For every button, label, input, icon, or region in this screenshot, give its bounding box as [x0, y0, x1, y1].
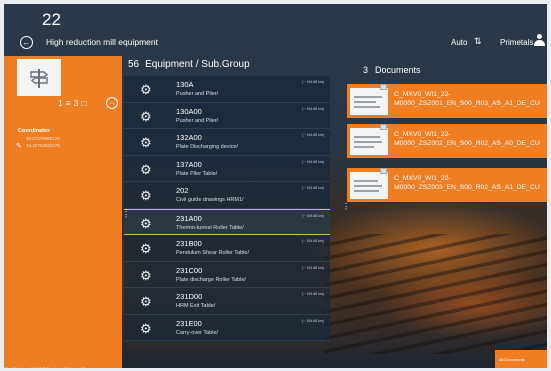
gear-icon: ⚙: [140, 241, 152, 256]
equipment-code: 130A00: [176, 106, 202, 116]
documents-header: 3 Documents: [363, 65, 428, 75]
equipment-row[interactable]: ⚙ 231E00 Carry-over Table/ (~ 194.68 km): [124, 314, 330, 341]
equipment-name: Thermo-tunnel Roller Table/: [176, 224, 244, 231]
document-card[interactable]: C_MXV0_WI1_22-M0000_ZSZ003_EN_S00_R02_AS…: [347, 168, 547, 202]
document-name: C_MXV0_WI1_22-M0000_ZSZ001_EN_S00_R03_AS…: [394, 91, 540, 107]
document-card[interactable]: C_MXV0_WI1_22-M0000_ZSZ002_EN_S00_R02_AS…: [347, 124, 547, 158]
equipment-code: 202: [176, 186, 189, 195]
document-thumbnail: [350, 128, 388, 155]
panel-resize-handle-right[interactable]: ⋮: [342, 202, 350, 211]
app-window: 22 ← High reduction mill equipment Auto …: [4, 4, 547, 368]
document-select-checkbox[interactable]: [380, 168, 387, 174]
document-thumbnail: [350, 88, 388, 115]
list-icon: ≡: [65, 98, 71, 108]
equipment-list: ⚙ 130A Pusher and Piler/ (~ 194.68 km) ⚙…: [124, 76, 330, 368]
panel-resize-handle-left[interactable]: ⋮: [122, 210, 130, 219]
equipment-row[interactable]: ⚙ 130A Pusher and Piler/ (~ 194.68 km): [124, 76, 330, 103]
equipment-header: 56 Equipment / Sub.Group: [128, 59, 256, 70]
status-bar: [Doc] Explorer C-MXV0 Equipm. WI1 / sub …: [4, 366, 85, 371]
equipment-count: 56: [128, 59, 140, 70]
equipment-code: 130A: [176, 80, 194, 89]
back-button[interactable]: ←: [20, 36, 33, 49]
open-location-button[interactable]: →: [106, 97, 118, 109]
gear-icon: ⚙: [140, 320, 152, 336]
equipment-row[interactable]: ⚙ 132A00 Plate Discharging device/ (~ 19…: [124, 129, 330, 156]
gear-icon: ⚙: [140, 215, 152, 231]
equipment-name: Plate Discharging device/: [176, 144, 239, 150]
equipment-name: Pusher and Piler/: [176, 117, 219, 124]
equipment-title: Equipment / Sub.Group: [145, 59, 250, 70]
gear-icon: ⚙: [140, 82, 152, 97]
equipment-name: Pusher and Piler/: [176, 91, 219, 97]
document-count: 3: [73, 98, 79, 108]
equipment-row[interactable]: ⚙ 137A00 Plate Piler Table/ (~ 194.68 km…: [124, 155, 330, 182]
location-panel: 1 ≡ 3 □ → Coordinates ✎ 49.27479666124 1…: [4, 56, 122, 368]
all-documents-button[interactable]: All Documents: [495, 350, 547, 368]
location-thumbnail[interactable]: [17, 59, 61, 96]
equipment-code: 132A00: [176, 133, 202, 142]
equipment-distance: (~ 194.68 km): [302, 80, 324, 84]
document-card[interactable]: C_MXV0_WI1_22-M0000_ZSZ001_EN_S00_R03_AS…: [347, 84, 547, 118]
equipment-distance: (~ 194.68 km): [302, 133, 324, 137]
equipment-name: Carry-over Table/: [176, 329, 219, 336]
page-title: High reduction mill equipment: [46, 37, 158, 47]
equipment-code: 137A00: [176, 159, 202, 169]
sort-arrows-icon[interactable]: ⇅: [474, 36, 482, 47]
header-bar: 22 ← High reduction mill equipment Auto …: [4, 4, 547, 56]
background-mill-rollers: [324, 234, 547, 354]
arrow-right-circle-icon: →: [108, 99, 116, 107]
document-icon: □: [81, 98, 87, 108]
equipment-row[interactable]: ⚙ 202 Civil guide drawings HRM1/ (~ 194.…: [124, 182, 330, 209]
equipment-code: 231C00: [176, 265, 203, 275]
edit-coordinates-icon[interactable]: ✎: [16, 142, 22, 150]
header-count: 22: [42, 10, 61, 29]
equipment-row[interactable]: ⚙ 231C00 Plate discharge Roller Table/ (…: [124, 261, 330, 288]
equipment-code: 231B00: [176, 239, 202, 248]
documents-title: Documents: [375, 65, 421, 75]
document-thumbnail: [350, 172, 388, 199]
equipment-code: 231A00: [176, 213, 202, 223]
gear-icon: ⚙: [140, 161, 152, 177]
location-counts: 1 ≡ 3 □: [58, 98, 87, 108]
auto-sort-label[interactable]: Auto: [451, 38, 467, 47]
equipment-name: Plate discharge Roller Table/: [176, 276, 246, 283]
gear-icon: ⚙: [140, 135, 152, 150]
document-name: C_MXV0_WI1_22-M0000_ZSZ002_EN_S00_R02_AS…: [394, 131, 540, 147]
equipment-distance: (~ 194.68 km): [302, 213, 324, 218]
equipment-code: 231D00: [176, 292, 203, 301]
gear-icon: ⚙: [140, 108, 152, 124]
equipment-row[interactable]: ⚙ 130A00 Pusher and Piler/ (~ 194.68 km): [124, 102, 330, 129]
user-name[interactable]: Primetals: [500, 38, 533, 47]
user-icon[interactable]: [534, 34, 545, 47]
gear-icon: ⚙: [140, 267, 152, 283]
documents-count: 3: [363, 65, 369, 75]
equipment-distance: (~ 194.68 km): [302, 292, 324, 296]
document-select-checkbox[interactable]: [380, 124, 387, 130]
coordinates-title: Coordinates: [18, 128, 51, 134]
equipment-code: 231E00: [176, 318, 202, 328]
equipment-distance: (~ 194.68 km): [302, 265, 324, 270]
coordinates-latitude: 49.27479666124: [26, 136, 60, 141]
equipment-name: Plate Piler Table/: [176, 170, 218, 177]
equipment-row-selected[interactable]: ⚙ 231A00 Thermo-tunnel Roller Table/ (~ …: [124, 208, 330, 235]
equipment-distance: (~ 194.68 km): [302, 186, 324, 190]
equipment-row[interactable]: ⚙ 231D00 HRM Exit Table/ (~ 194.68 km): [124, 288, 330, 315]
equipment-name: Pendulum Shear Roller Table/: [176, 250, 249, 256]
equipment-row[interactable]: ⚙ 231B00 Pendulum Shear Roller Table/ (~…: [124, 235, 330, 262]
gear-icon: ⚙: [140, 188, 152, 203]
gear-icon: ⚙: [140, 294, 152, 309]
document-name: C_MXV0_WI1_22-M0000_ZSZ003_EN_S00_R02_AS…: [394, 175, 540, 191]
document-select-checkbox[interactable]: [380, 84, 387, 90]
equipment-name: HRM Exit Table/: [176, 303, 216, 309]
equipment-distance: (~ 194.68 km): [302, 106, 324, 111]
signpost-icon: [30, 68, 49, 88]
equipment-distance: (~ 194.68 km): [302, 239, 324, 243]
equipment-distance: (~ 194.68 km): [302, 159, 324, 164]
equipment-distance: (~ 194.68 km): [302, 318, 324, 323]
back-arrow-icon: ←: [22, 37, 31, 47]
equipment-name: Civil guide drawings HRM1/: [176, 197, 244, 203]
subgroup-count: 1: [58, 98, 63, 108]
coordinates-longitude: 14.32704925379: [26, 143, 60, 148]
